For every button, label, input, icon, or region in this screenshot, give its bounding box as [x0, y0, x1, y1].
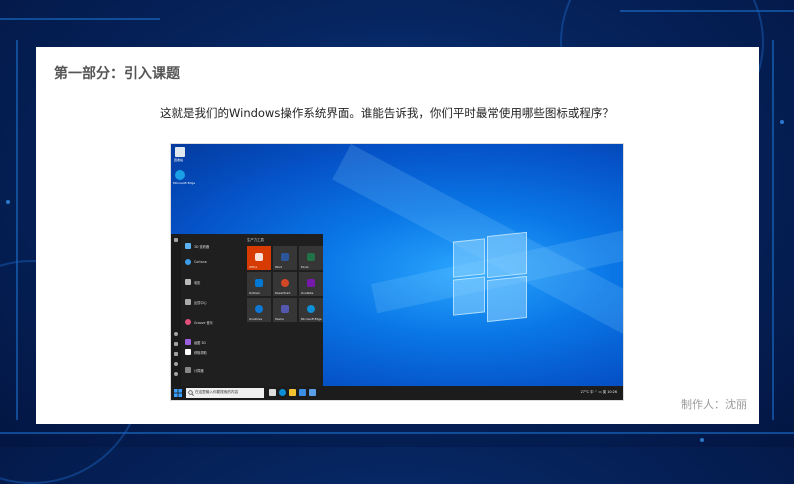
app-item[interactable]: Groove 音乐: [185, 318, 213, 326]
tile-excel[interactable]: Excel: [299, 246, 323, 270]
recycle-bin-label: 回收站: [174, 158, 184, 162]
feedback-icon: [185, 299, 191, 305]
tiles-header: 生产力工具: [247, 238, 264, 242]
calculator-icon: [185, 367, 191, 373]
outlook-icon: [255, 279, 263, 287]
tile-onenote[interactable]: OneNote: [299, 272, 323, 296]
app-item[interactable]: 画图 3D: [185, 338, 206, 346]
menu-icon[interactable]: [174, 238, 178, 242]
power-icon[interactable]: [174, 372, 178, 376]
excel-icon: [307, 253, 315, 261]
cortana-icon: [185, 259, 191, 265]
app-item[interactable]: 3D 查看器: [185, 242, 209, 250]
powerpoint-icon: [281, 279, 289, 287]
edge-desktop-icon[interactable]: [175, 170, 185, 180]
file-explorer-icon[interactable]: [289, 389, 296, 396]
tray-clock: 10:26: [607, 390, 617, 394]
app-item[interactable]: 电影: [185, 278, 200, 286]
slide-card: 第一部分：引入课题 这就是我们的Windows操作系统界面。谁能告诉我，你们平时…: [36, 47, 759, 424]
search-icon: [188, 390, 194, 396]
tile-edge[interactable]: Microsoft Edge: [299, 298, 323, 322]
author-credit: 制作人：沈丽: [681, 398, 747, 411]
windows-start-icon[interactable]: [174, 389, 182, 397]
tile-powerpoint[interactable]: PowerPoint: [273, 272, 297, 296]
tile-teams[interactable]: Teams: [273, 298, 297, 322]
word-icon: [281, 253, 289, 261]
settings-icon[interactable]: [174, 362, 178, 366]
windows-desktop-screenshot: 回收站 Microsoft Edge 3D 查看器 Cortana 电影 反馈中…: [171, 144, 623, 400]
slide-title: 第一部分：引入课题: [54, 66, 180, 82]
taskbar: 在这里输入你要搜索的内容 27°C 中 ⌃ ▭ 英 10:26: [171, 386, 623, 400]
tile-office[interactable]: Office: [247, 246, 271, 270]
3d-viewer-icon: [185, 243, 191, 249]
search-placeholder: 在这里输入你要搜索的内容: [195, 390, 239, 394]
onenote-icon: [307, 279, 315, 287]
film-icon: [185, 279, 191, 285]
edge-taskbar-icon[interactable]: [279, 389, 286, 396]
document-icon[interactable]: [174, 342, 178, 346]
onedrive-icon: [255, 305, 263, 313]
task-view-icon[interactable]: [269, 389, 276, 396]
app-item[interactable]: 获取帮助: [185, 348, 207, 356]
tile-outlook[interactable]: Outlook: [247, 272, 271, 296]
tray-status: 27°C 中 ⌃ ▭ 英: [580, 390, 607, 394]
system-tray[interactable]: 27°C 中 ⌃ ▭ 英 10:26: [581, 389, 617, 394]
app-item[interactable]: 计算器: [185, 366, 204, 374]
start-menu: 3D 查看器 Cortana 电影 反馈中心 Groove 音乐 画图 3D 获…: [171, 234, 323, 386]
teams-icon: [281, 305, 289, 313]
tile-onedrive[interactable]: OneDrive: [247, 298, 271, 322]
taskbar-search-box[interactable]: 在这里输入你要搜索的内容: [186, 388, 264, 398]
recycle-bin-icon[interactable]: [175, 147, 185, 157]
slide-question: 这就是我们的Windows操作系统界面。谁能告诉我，你们平时最常使用哪些图标或程…: [160, 106, 614, 120]
store-icon[interactable]: [299, 389, 306, 396]
office-icon: [255, 253, 263, 261]
groove-icon: [185, 319, 191, 325]
user-icon[interactable]: [174, 332, 178, 336]
edge-desktop-label: Microsoft Edge: [173, 181, 196, 185]
edge-icon: [307, 305, 315, 313]
picture-icon[interactable]: [174, 352, 178, 356]
start-rail: [171, 234, 181, 386]
app-item[interactable]: Cortana: [185, 258, 207, 266]
tile-word[interactable]: Word: [273, 246, 297, 270]
help-icon: [185, 349, 191, 355]
paint-3d-icon: [185, 339, 191, 345]
mail-icon[interactable]: [309, 389, 316, 396]
app-item[interactable]: 反馈中心: [185, 298, 207, 306]
